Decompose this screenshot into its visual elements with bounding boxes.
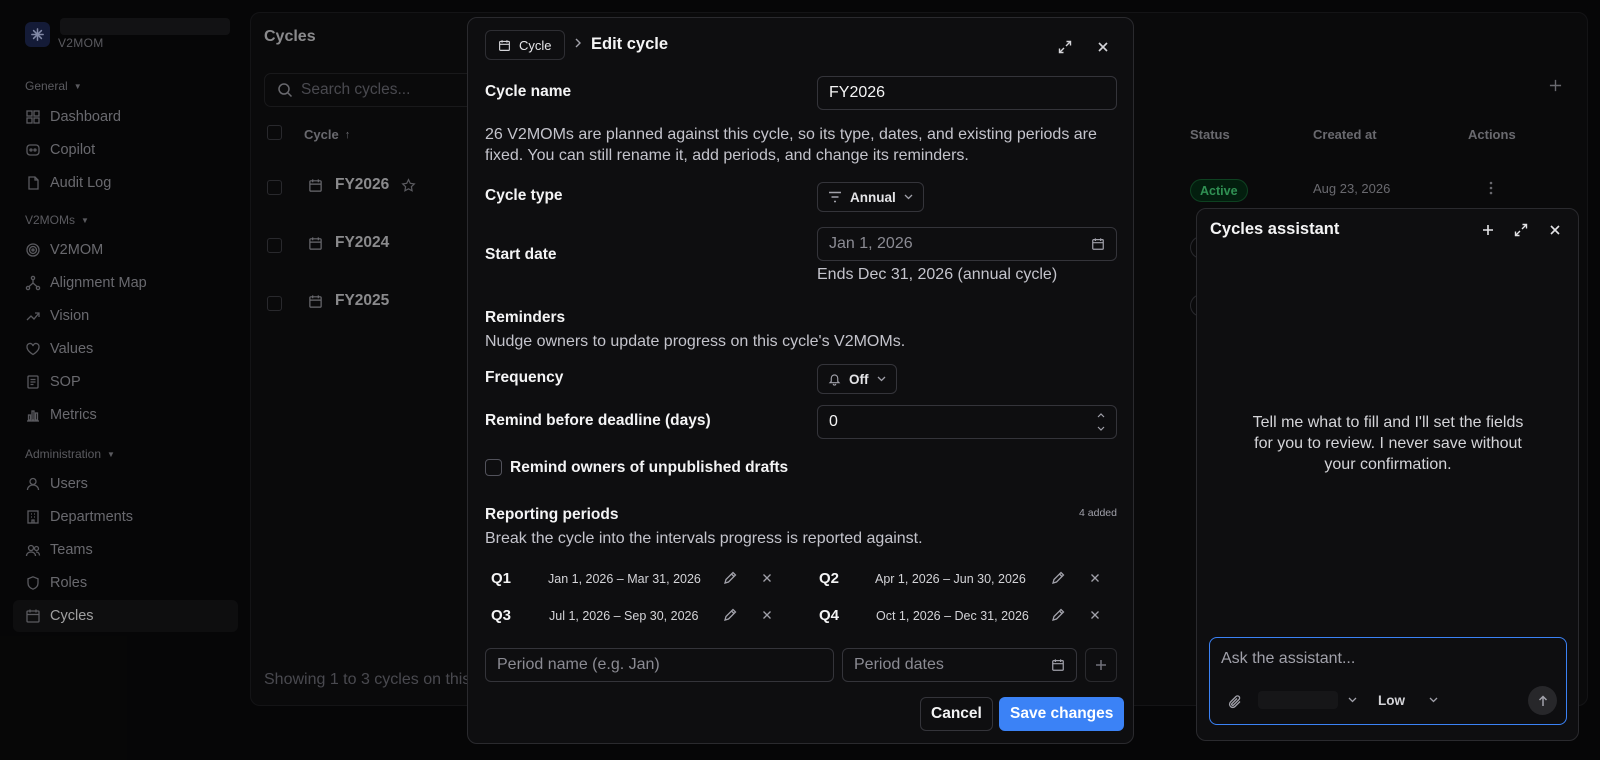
period-name-input[interactable]: Period name (e.g. Jan) xyxy=(485,648,834,682)
frequency-label: Frequency xyxy=(485,369,564,386)
reporting-periods-description: Break the cycle into the intervals progr… xyxy=(485,530,923,547)
cycles-assistant-panel: Cycles assistant Tell me what to fill an… xyxy=(1196,208,1579,741)
chevron-down-icon xyxy=(904,194,913,200)
start-date-input[interactable]: Jan 1, 2026 xyxy=(817,227,1117,261)
stepper-arrows-icon[interactable] xyxy=(1097,411,1105,433)
plus-icon xyxy=(1096,660,1106,670)
period-range: Jul 1, 2026 – Sep 30, 2026 xyxy=(549,609,699,623)
assistant-title: Cycles assistant xyxy=(1210,220,1340,238)
chevron-down-icon xyxy=(877,376,885,382)
frequency-select[interactable]: Off xyxy=(817,364,897,394)
expand-icon[interactable] xyxy=(1058,40,1072,54)
assistant-input[interactable]: Ask the assistant... Low xyxy=(1209,637,1567,725)
close-icon[interactable] xyxy=(1097,41,1109,53)
arrow-up-icon xyxy=(1538,694,1547,706)
remove-period-icon[interactable] xyxy=(1090,610,1100,620)
remove-period-icon[interactable] xyxy=(762,610,772,620)
effort-select[interactable]: Low xyxy=(1378,693,1405,708)
unpublished-drafts-label[interactable]: Remind owners of unpublished drafts xyxy=(510,459,788,477)
cycle-type-select[interactable]: Annual xyxy=(817,182,924,212)
remove-period-icon[interactable] xyxy=(762,573,772,583)
remind-before-input[interactable]: 0 xyxy=(817,405,1117,439)
reminders-title: Reminders xyxy=(485,309,566,326)
chevron-down-icon[interactable] xyxy=(1348,697,1357,703)
edit-pencil-icon[interactable] xyxy=(723,608,737,622)
cancel-button[interactable]: Cancel xyxy=(920,697,993,731)
cycle-name-input[interactable]: FY2026 xyxy=(817,76,1117,110)
edit-pencil-icon[interactable] xyxy=(723,571,737,585)
periods-count: 4 added xyxy=(1079,507,1117,519)
calendar-icon xyxy=(499,39,510,51)
filter-icon xyxy=(829,191,841,203)
save-changes-button[interactable]: Save changes xyxy=(999,697,1125,731)
calendar-icon[interactable] xyxy=(1091,237,1105,251)
cycle-type-label: Cycle type xyxy=(485,187,563,204)
period-range: Apr 1, 2026 – Jun 30, 2026 xyxy=(875,572,1026,586)
cycle-name-label: Cycle name xyxy=(485,83,572,100)
add-period-button[interactable] xyxy=(1085,648,1117,682)
new-chat-plus-icon[interactable] xyxy=(1482,224,1494,236)
period-name: Q3 xyxy=(491,607,512,624)
paperclip-icon[interactable] xyxy=(1228,695,1242,709)
dialog-title: Edit cycle xyxy=(591,35,669,53)
unpublished-drafts-checkbox[interactable] xyxy=(485,459,502,476)
remind-before-label: Remind before deadline (days) xyxy=(485,412,711,429)
bell-icon xyxy=(828,374,841,386)
assistant-empty-message: Tell me what to fill and I'll set the fi… xyxy=(1252,414,1524,473)
chevron-down-icon[interactable] xyxy=(1429,697,1438,703)
period-dates-input[interactable]: Period dates xyxy=(842,648,1077,682)
locked-fields-info: 26 V2MOMs are planned against this cycle… xyxy=(485,126,1097,164)
period-name: Q2 xyxy=(819,570,840,587)
send-button[interactable] xyxy=(1528,686,1557,715)
assistant-input-placeholder: Ask the assistant... xyxy=(1221,650,1356,667)
period-name: Q1 xyxy=(491,570,512,587)
calendar-icon[interactable] xyxy=(1051,658,1065,672)
end-date-note: Ends Dec 31, 2026 (annual cycle) xyxy=(817,266,1058,283)
model-select-redacted[interactable] xyxy=(1258,691,1338,709)
close-icon[interactable] xyxy=(1549,224,1561,236)
edit-pencil-icon[interactable] xyxy=(1051,608,1065,622)
period-range: Jan 1, 2026 – Mar 31, 2026 xyxy=(548,572,701,586)
start-date-label: Start date xyxy=(485,246,557,263)
reminders-description: Nudge owners to update progress on this … xyxy=(485,333,906,350)
expand-icon[interactable] xyxy=(1514,223,1528,237)
reporting-periods-title: Reporting periods xyxy=(485,506,619,523)
period-range: Oct 1, 2026 – Dec 31, 2026 xyxy=(876,609,1029,623)
breadcrumb-cycle-button[interactable]: Cycle xyxy=(485,30,565,60)
remove-period-icon[interactable] xyxy=(1090,573,1100,583)
period-name: Q4 xyxy=(819,607,840,624)
chevron-right-icon xyxy=(574,37,582,49)
edit-cycle-dialog: Cycle Edit cycle Cycle name FY2026 26 V2… xyxy=(467,17,1134,744)
edit-pencil-icon[interactable] xyxy=(1051,571,1065,585)
